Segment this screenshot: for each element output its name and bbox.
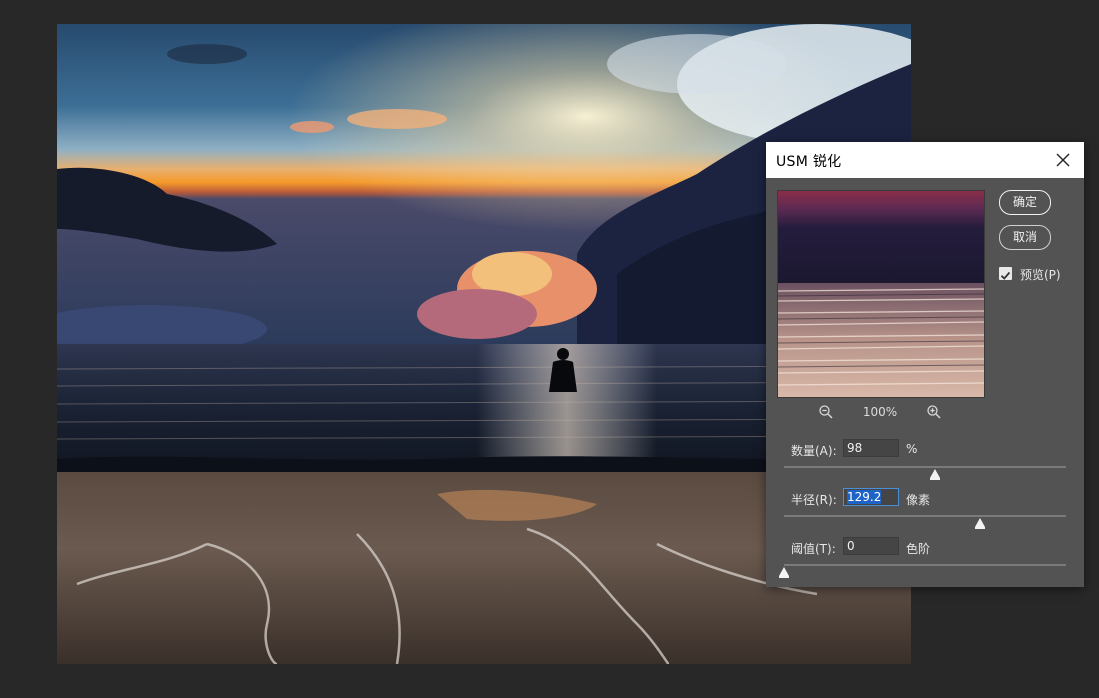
dialog-titlebar[interactable]: USM 锐化 [766, 142, 1084, 178]
zoom-controls: 100% [777, 404, 983, 422]
radius-unit: 像素 [906, 493, 931, 507]
threshold-unit: 色阶 [906, 542, 931, 556]
radius-slider-track[interactable] [784, 515, 1066, 517]
threshold-slider-thumb[interactable] [779, 567, 789, 578]
threshold-param: 阈值(T): 0 色阶 [766, 537, 1084, 597]
radius-label: 半径(R): [791, 493, 837, 507]
radius-value: 129.2 [847, 490, 882, 504]
amount-value: 98 [847, 441, 863, 455]
preview-checkbox[interactable] [999, 267, 1012, 280]
threshold-value: 0 [847, 539, 855, 553]
checkmark-icon [1000, 271, 1011, 280]
dialog-title: USM 锐化 [776, 154, 842, 170]
amount-input[interactable]: 98 [843, 439, 899, 457]
cancel-button[interactable]: 取消 [999, 225, 1051, 250]
preview-label: 预览(P) [1020, 268, 1061, 282]
ok-button[interactable]: 确定 [999, 190, 1051, 215]
threshold-slider-track[interactable] [784, 564, 1066, 566]
amount-slider-thumb[interactable] [929, 469, 940, 480]
threshold-label: 阈值(T): [791, 542, 836, 556]
zoom-in-icon[interactable] [926, 404, 942, 420]
usm-sharpen-dialog: USM 锐化 100% 确定 取消 预览(P) 数量(A): 98 % 半径(R… [766, 142, 1084, 587]
preview-image [778, 191, 984, 397]
preview-pane[interactable] [777, 190, 985, 398]
radius-slider-thumb[interactable] [974, 518, 985, 529]
amount-unit: % [906, 442, 918, 456]
amount-slider-track[interactable] [784, 466, 1066, 468]
amount-label: 数量(A): [791, 444, 837, 458]
close-icon[interactable] [1054, 151, 1072, 169]
zoom-level: 100% [862, 405, 898, 419]
threshold-input[interactable]: 0 [843, 537, 899, 555]
radius-input[interactable]: 129.2 [843, 488, 899, 506]
